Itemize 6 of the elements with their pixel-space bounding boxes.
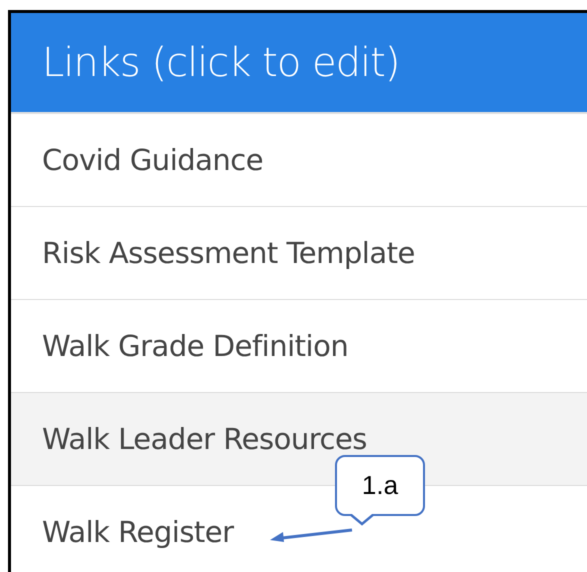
callout-tail-icon [350, 514, 374, 526]
link-item[interactable]: Covid Guidance [11, 114, 587, 207]
panel-title[interactable]: Links (click to edit) [42, 40, 400, 86]
callout-bubble: 1.a [335, 455, 425, 516]
link-item[interactable]: Risk Assessment Template [11, 207, 587, 300]
arrow-icon [270, 527, 354, 543]
